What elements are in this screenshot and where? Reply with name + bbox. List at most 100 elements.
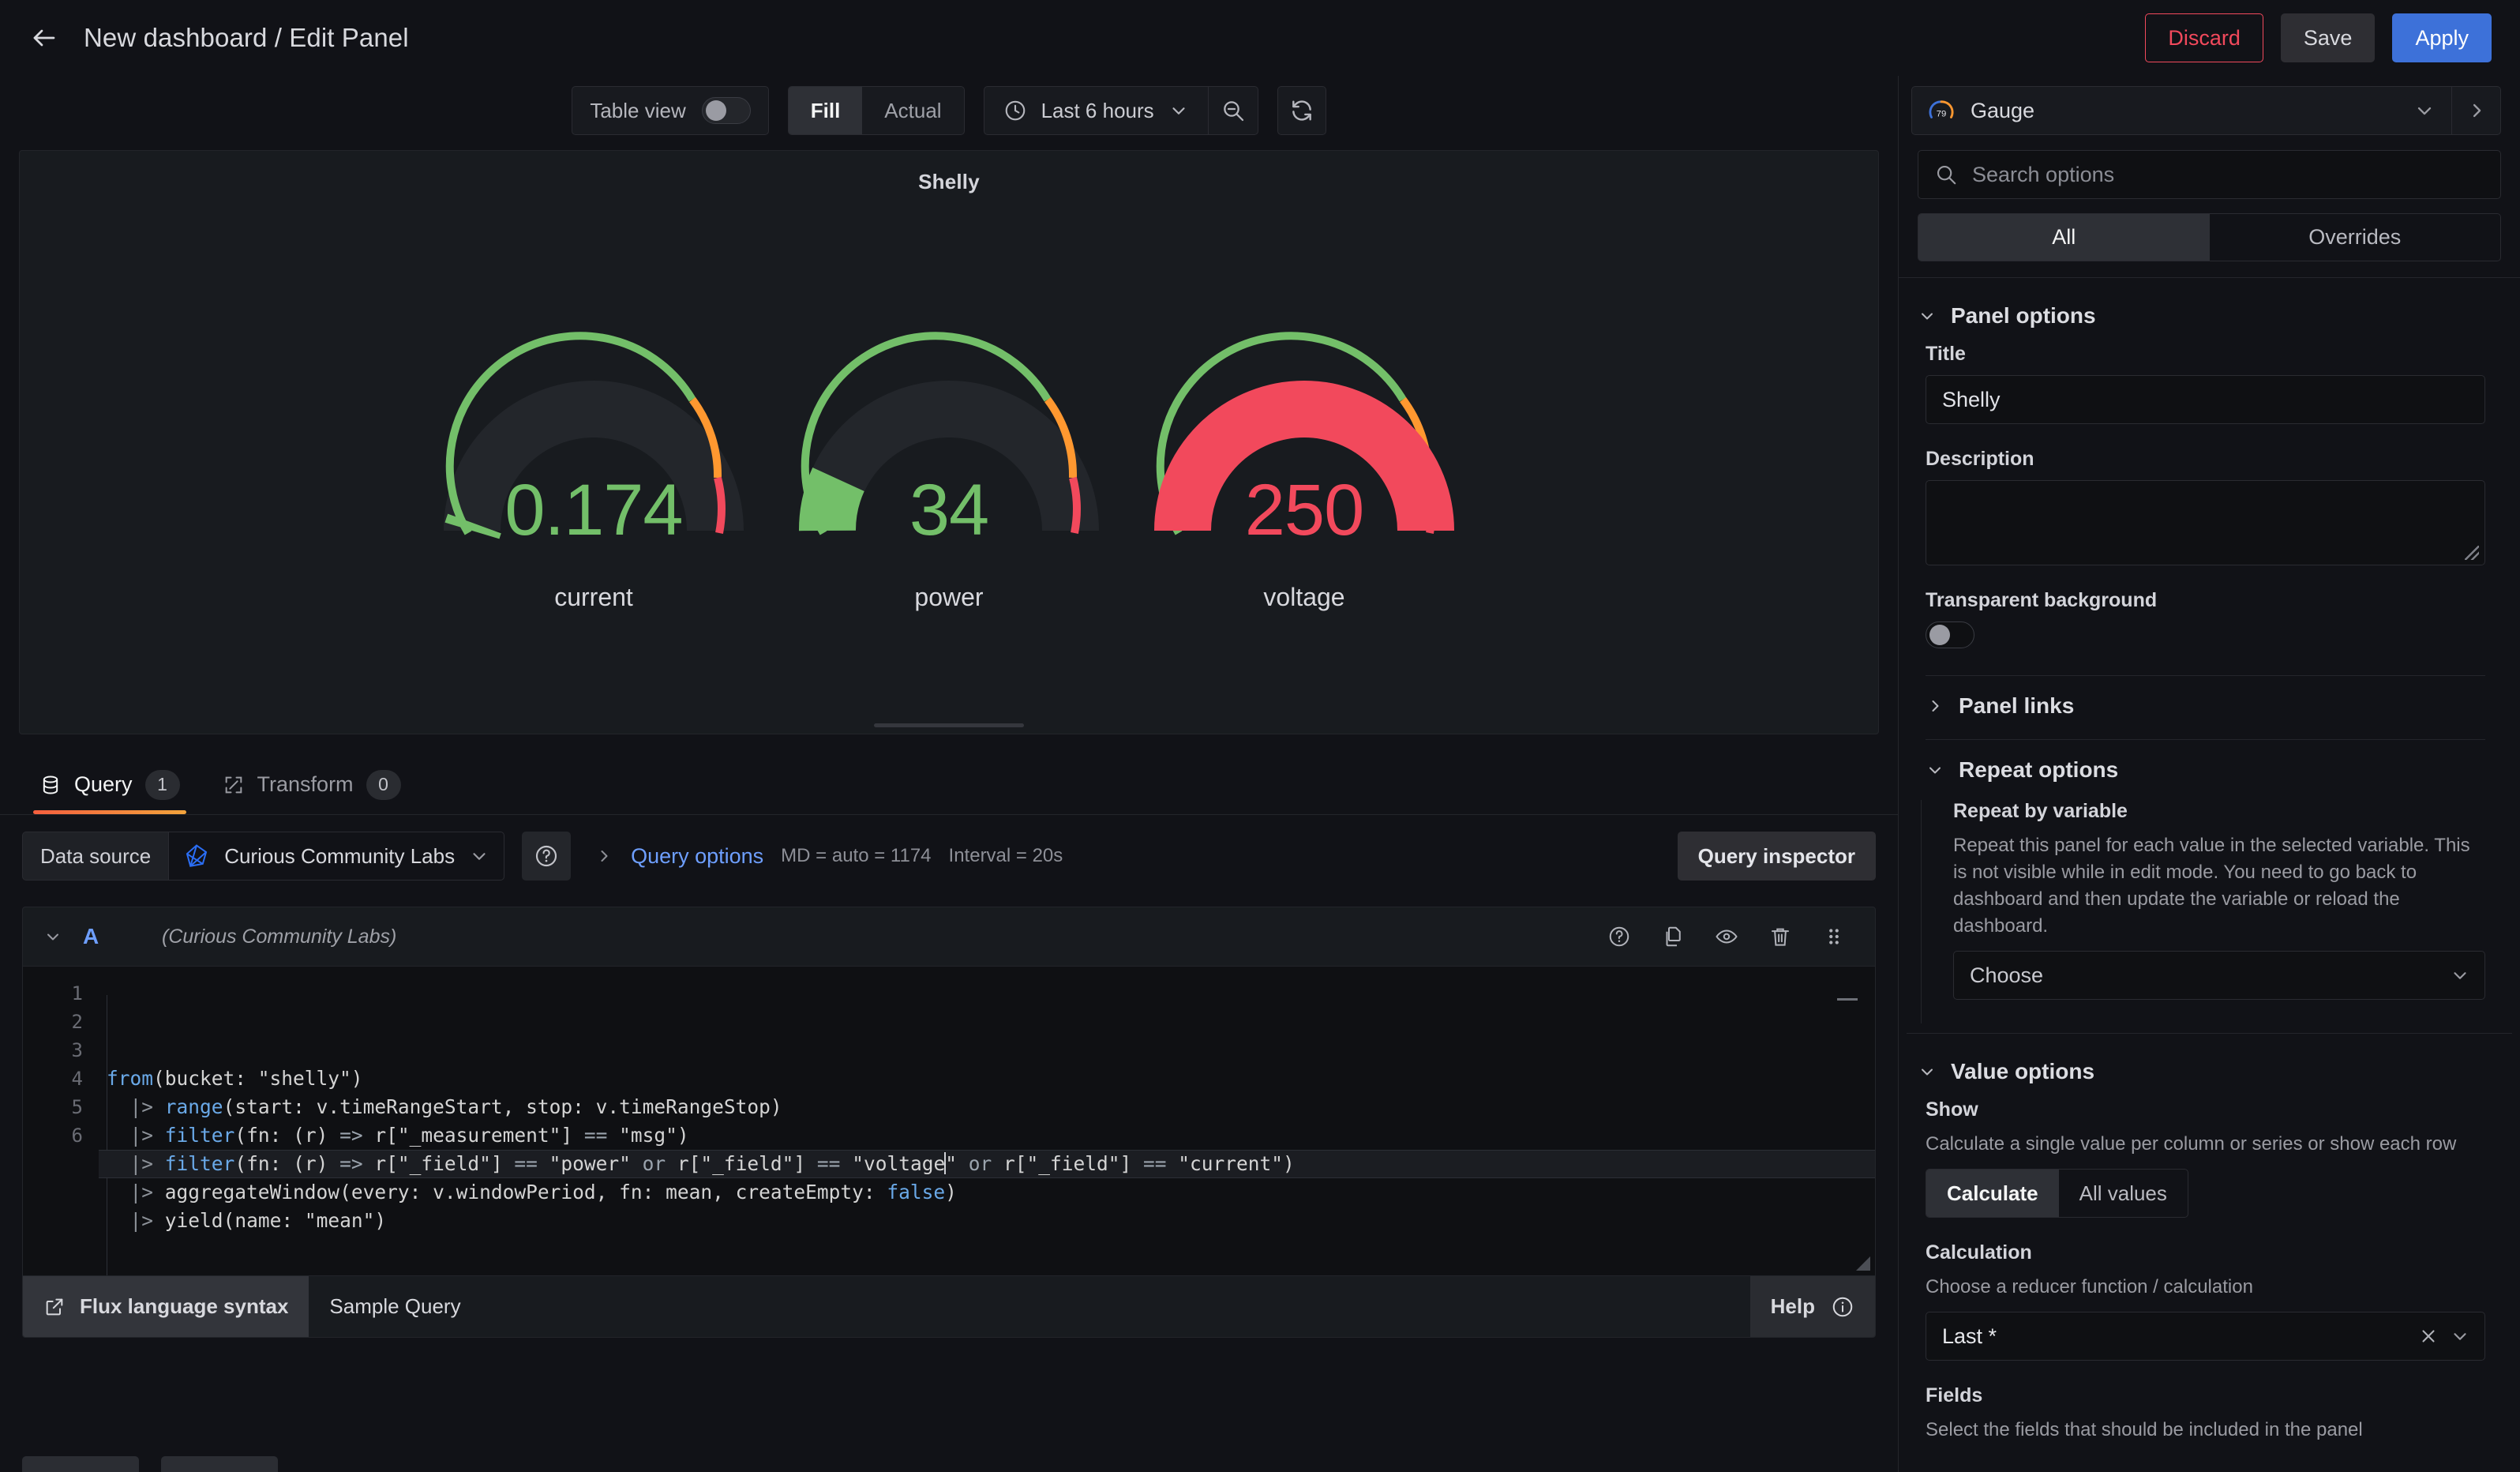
apply-button[interactable]: Apply	[2392, 13, 2492, 62]
discard-button[interactable]: Discard	[2145, 13, 2263, 62]
datasource-help-button[interactable]	[522, 832, 571, 881]
code-line[interactable]: |> aggregateWindow(every: v.windowPeriod…	[99, 1178, 1875, 1207]
duplicate-query-button[interactable]	[1652, 916, 1693, 957]
flux-code-editor[interactable]: 123456 from(bucket: "shelly") |> range(s…	[23, 966, 1875, 1275]
fields-desc: Select the fields that should be include…	[1926, 1417, 2485, 1444]
calculation-value: Last *	[1942, 1324, 2407, 1349]
sample-query-button[interactable]: Sample Query	[309, 1276, 481, 1338]
show-calculate-option[interactable]: Calculate	[1926, 1170, 2059, 1217]
code-token	[153, 1152, 165, 1175]
section-panel-links-title: Panel links	[1959, 693, 2074, 719]
textarea-resize-grip[interactable]	[2465, 546, 2479, 560]
query-transform-tabs: Query 1 Transform 0	[0, 755, 1898, 815]
datasource-picker[interactable]: Curious Community Labs	[168, 832, 504, 881]
code-token: |>	[130, 1124, 154, 1147]
chevron-right-icon[interactable]	[594, 847, 613, 866]
add-query-stub[interactable]	[22, 1456, 139, 1472]
code-token: (fn: (r)	[234, 1124, 339, 1147]
chevron-right-icon	[1926, 697, 1944, 715]
options-list[interactable]: Panel options Title Shelly Description T…	[1899, 277, 2520, 1472]
influxdb-icon	[183, 843, 210, 869]
chevron-down-icon	[469, 846, 489, 866]
chevron-down-icon	[1926, 760, 1944, 779]
collapse-options-pane-button[interactable]	[2452, 86, 2501, 135]
query-ref-id[interactable]: A	[83, 924, 105, 949]
toggle-query-visibility-button[interactable]	[1706, 916, 1747, 957]
table-view-toggle[interactable]	[702, 97, 751, 124]
query-editor-body: Data source Curious Community Labs	[0, 815, 1898, 1472]
gauge-current-label: current	[554, 583, 633, 612]
fill-button[interactable]: Fill	[789, 87, 863, 134]
show-all-values-option[interactable]: All values	[2059, 1170, 2188, 1217]
editor-gutter: 123456	[23, 967, 99, 1275]
code-line[interactable]: |> filter(fn: (r) => r["_measurement"] =…	[99, 1121, 1875, 1150]
tab-overrides[interactable]: Overrides	[2210, 214, 2501, 261]
code-line[interactable]: |> filter(fn: (r) => r["_field"] == "pow…	[99, 1150, 1875, 1178]
code-token: r["_field"]	[363, 1152, 515, 1175]
gauge-voltage-arc: 250	[1146, 316, 1462, 553]
editor-code[interactable]: from(bucket: "shelly") |> range(start: v…	[99, 967, 1875, 1275]
query-datasource-note: (Curious Community Labs)	[162, 926, 396, 948]
code-token: "shelly"	[258, 1067, 351, 1090]
visualization-picker[interactable]: 79 Gauge	[1911, 86, 2452, 135]
gauge-row: 0.174 current	[20, 194, 1878, 734]
gauge-power-label: power	[914, 583, 983, 612]
save-button[interactable]: Save	[2281, 13, 2376, 62]
time-range-label: Last 6 hours	[1041, 99, 1154, 123]
section-repeat-options-header[interactable]: Repeat options	[1918, 740, 2493, 800]
gauge-current-value: 0.174	[436, 474, 752, 546]
tab-query-label: Query	[74, 772, 133, 797]
panel-description-textarea[interactable]	[1926, 480, 2485, 565]
close-icon[interactable]	[2418, 1326, 2439, 1346]
section-panel-options-title: Panel options	[1951, 303, 2096, 329]
calculation-select[interactable]: Last *	[1926, 1312, 2485, 1361]
back-button[interactable]	[22, 16, 66, 60]
remove-query-button[interactable]	[1760, 916, 1801, 957]
code-line[interactable]: |> range(start: v.timeRangeStart, stop: …	[99, 1093, 1875, 1121]
refresh-button[interactable]	[1277, 86, 1326, 135]
editor-collapse-handle[interactable]	[1837, 998, 1858, 1001]
code-token: ==	[584, 1124, 608, 1147]
code-token: )	[945, 1181, 957, 1204]
svg-text:79: 79	[1937, 110, 1947, 119]
panel-title: Shelly	[20, 151, 1878, 194]
query-inspector-button[interactable]: Query inspector	[1678, 832, 1876, 881]
code-token: (name: "mean")	[223, 1209, 387, 1232]
editor-resize-grip[interactable]	[1856, 1256, 1870, 1271]
tab-all[interactable]: All	[1918, 214, 2210, 261]
code-line[interactable]: |> yield(name: "mean")	[99, 1207, 1875, 1235]
panel-resize-handle[interactable]	[874, 723, 1024, 727]
search-input[interactable]	[1972, 163, 2484, 187]
actual-button[interactable]: Actual	[862, 87, 963, 134]
arrow-left-icon	[30, 24, 58, 52]
tab-transform[interactable]: Transform 0	[205, 755, 418, 814]
zoom-out-icon	[1221, 98, 1246, 123]
transparent-background-label: Transparent background	[1926, 589, 2485, 612]
flux-language-syntax-label: Flux language syntax	[80, 1294, 288, 1319]
code-token: or	[969, 1152, 992, 1175]
section-panel-links-header[interactable]: Panel links	[1918, 676, 2493, 736]
query-options-toggle[interactable]: Query options	[631, 844, 763, 869]
code-token: r["_measurement"]	[363, 1124, 584, 1147]
code-token: (start: v.timeRangeStart, stop: v.timeRa…	[223, 1095, 782, 1118]
flux-language-syntax-button[interactable]: Flux language syntax	[23, 1276, 309, 1338]
tab-query[interactable]: Query 1	[22, 755, 197, 814]
section-repeat-options-title: Repeat options	[1959, 757, 2118, 783]
add-expression-stub[interactable]	[161, 1456, 278, 1472]
gauge-voltage-value: 250	[1146, 474, 1462, 546]
code-line[interactable]: from(bucket: "shelly")	[99, 1065, 1875, 1093]
transparent-background-toggle[interactable]	[1926, 621, 1974, 648]
collapse-query-icon[interactable]	[43, 927, 62, 946]
section-value-options-header[interactable]: Value options	[1918, 1054, 2493, 1098]
section-panel-options-header[interactable]: Panel options	[1918, 299, 2493, 343]
zoom-out-button[interactable]	[1209, 86, 1258, 135]
query-help-button[interactable]	[1599, 916, 1640, 957]
repeat-by-variable-select[interactable]: Choose	[1953, 951, 2485, 1000]
time-range-picker[interactable]: Last 6 hours	[984, 87, 1209, 134]
bottom-action-stubs	[22, 1456, 278, 1472]
code-token	[107, 1095, 130, 1118]
editor-help-button[interactable]: Help	[1750, 1276, 1875, 1338]
panel-title-input[interactable]: Shelly	[1926, 375, 2485, 424]
drag-query-handle[interactable]	[1813, 916, 1854, 957]
options-search-box[interactable]	[1918, 150, 2501, 199]
